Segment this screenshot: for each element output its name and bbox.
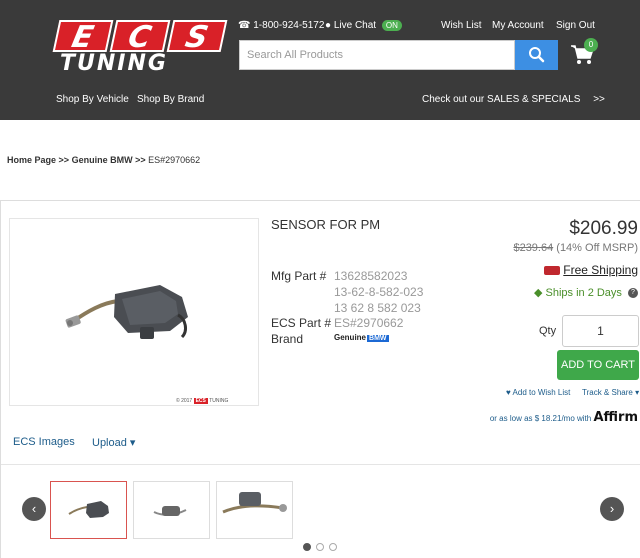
tab-divider: [1, 464, 640, 465]
nav-shop-by-brand[interactable]: Shop By Brand: [137, 94, 204, 105]
chat-status-badge: ON: [381, 20, 402, 31]
breadcrumb-separator: >>: [135, 155, 146, 165]
watermark-ecs: ECS: [193, 398, 208, 404]
brand-logo-mark: BMW: [367, 335, 389, 342]
tab-upload[interactable]: Upload ▾: [92, 436, 135, 449]
search-input[interactable]: Search All Products: [239, 40, 515, 70]
sensor-image: [65, 285, 188, 339]
search-button[interactable]: [515, 40, 558, 70]
cart-count-badge: 0: [584, 38, 598, 52]
thumbnail-image[interactable]: [216, 481, 293, 539]
truck-icon: [544, 266, 561, 276]
brand-label: Brand: [271, 332, 304, 346]
logo-letter-c: C: [109, 20, 171, 55]
affirm-logo: Affirm: [593, 410, 638, 425]
product-title: SENSOR FOR PM: [271, 217, 381, 232]
sales-specials-link[interactable]: Check out our SALES & SPECIALS >>: [422, 94, 605, 105]
track-share-label: Track & Share: [582, 388, 633, 397]
affirm-financing[interactable]: or as low as $ 18.21/mo with Affirm: [490, 410, 638, 425]
live-chat-label: Live Chat: [333, 20, 377, 31]
logo-letter-s: S: [166, 20, 228, 55]
ships-in-status: ◆ Ships in 2 Days ?: [534, 286, 638, 299]
mfg-part-number: 13628582023: [334, 269, 408, 283]
thumbnail-image[interactable]: [50, 481, 127, 539]
ships-in-label: Ships in 2 Days: [545, 287, 622, 299]
carousel-next-button[interactable]: ›: [600, 497, 624, 521]
brand-logo-text: Genuine: [334, 333, 367, 342]
sales-specials-label: Check out our SALES & SPECIALS: [422, 94, 581, 105]
caret-down-icon: ▾: [129, 437, 136, 449]
msrp-strikethrough: $239.64: [513, 242, 554, 254]
track-share-link[interactable]: Track & Share ▾: [582, 388, 639, 397]
product-price: $206.99: [569, 218, 638, 239]
mfg-part-number: 13 62 8 582 023: [334, 301, 421, 315]
heart-icon: ♥: [506, 388, 511, 397]
affirm-text: or as low as $ 18.21/mo with: [489, 414, 592, 423]
my-account-link[interactable]: My Account: [492, 20, 544, 31]
add-to-cart-button[interactable]: ADD TO CART: [557, 350, 639, 380]
genuine-bmw-logo[interactable]: Genuine BMW: [334, 333, 389, 342]
add-to-wish-list-link[interactable]: ♥ Add to Wish List: [506, 388, 570, 397]
msrp-price: $239.64 (14% Off MSRP): [513, 242, 638, 254]
product-main-image[interactable]: [9, 218, 259, 406]
breadcrumb: Home Page >> Genuine BMW >> ES#2970662: [7, 155, 200, 165]
sensor-thumbnail: [68, 501, 109, 518]
sensor-thumbnail: [222, 492, 287, 514]
phone-icon: ☎: [238, 20, 251, 31]
caret-down-icon: ▾: [635, 388, 640, 397]
watermark-year: © 2017: [176, 398, 193, 404]
add-to-wish-list-label: Add to Wish List: [512, 388, 571, 397]
live-chat-link[interactable]: ● Live Chat ON: [325, 20, 402, 31]
breadcrumb-separator: >>: [58, 155, 70, 165]
breadcrumb-home[interactable]: Home Page: [7, 155, 56, 165]
logo-letter-e: E: [52, 20, 114, 55]
image-watermark: © 2017 ECS TUNING: [176, 398, 228, 404]
watermark-tuning: TUNING: [209, 398, 229, 404]
ecs-part-label: ECS Part #: [271, 316, 332, 330]
chat-icon: ●: [325, 20, 332, 31]
phone-link[interactable]: ☎ 1-800-924-5172: [238, 20, 324, 31]
ecs-part-number: ES#2970662: [334, 316, 404, 330]
thumbnail-image[interactable]: [133, 481, 210, 539]
logo-tuning-text: TUNING: [60, 51, 168, 76]
carousel-dot[interactable]: [316, 543, 324, 551]
carousel-dot[interactable]: [303, 543, 311, 551]
ecs-tuning-logo[interactable]: E C S TUNING: [52, 20, 228, 76]
sign-out-link[interactable]: Sign Out: [556, 20, 595, 31]
breadcrumb-current: ES#2970662: [148, 155, 201, 165]
nav-shop-by-vehicle[interactable]: Shop By Vehicle: [56, 94, 129, 105]
tag-icon: ◆: [533, 287, 543, 299]
quantity-input[interactable]: 1: [562, 315, 639, 347]
carousel-dot[interactable]: [329, 543, 337, 551]
phone-number: 1-800-924-5172: [253, 20, 325, 31]
sensor-thumbnail: [153, 506, 187, 516]
breadcrumb-genuine-bmw[interactable]: Genuine BMW: [72, 155, 133, 165]
mfg-part-label: Mfg Part #: [271, 269, 327, 283]
mfg-part-number: 13-62-8-582-023: [334, 285, 424, 299]
tab-upload-label: Upload: [92, 437, 127, 449]
carousel-prev-button[interactable]: ‹: [22, 497, 46, 521]
discount-text: (14% Off MSRP): [556, 242, 638, 254]
free-shipping-link[interactable]: Free Shipping: [544, 263, 638, 277]
sales-arrow: >>: [593, 94, 605, 105]
search-icon: [529, 47, 545, 63]
qty-label: Qty: [539, 325, 557, 337]
free-shipping-label: Free Shipping: [563, 263, 638, 277]
help-icon[interactable]: ?: [628, 288, 638, 299]
wish-list-link[interactable]: Wish List: [441, 20, 482, 31]
tab-ecs-images[interactable]: ECS Images: [13, 436, 75, 448]
